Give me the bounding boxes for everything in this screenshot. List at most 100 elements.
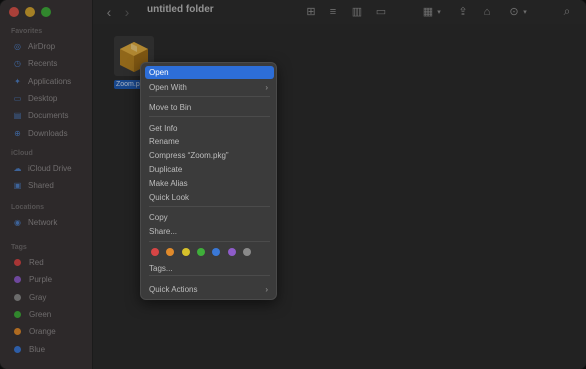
menu-item-move-to-bin[interactable]: Move to Bin [145, 101, 274, 114]
sidebar-item-label: Gray [29, 292, 47, 302]
menu-item-label: Get Info [149, 124, 178, 133]
applications-icon: ✦ [14, 76, 21, 86]
menu-item-label: Quick Look [149, 193, 190, 202]
menu-item-label: Open With [149, 83, 187, 92]
close-button[interactable] [9, 7, 19, 17]
sidebar-item-label: Applications [28, 76, 72, 86]
sidebar-section-tags: Tags Red Purple Gray Green Orange Blue [0, 242, 93, 358]
sidebar-item-label: Green [29, 310, 52, 320]
sidebar-item-label: Desktop [28, 94, 58, 104]
tag-color-button[interactable] [151, 248, 159, 256]
menu-item-copy[interactable]: Copy [145, 211, 274, 224]
menu-item-label: Open [149, 68, 169, 77]
column-view-icon[interactable]: ▥ [350, 4, 364, 19]
menu-item-open-with[interactable]: Open With › [145, 81, 274, 94]
menu-separator [149, 275, 270, 276]
chevron-down-icon[interactable]: ▾ [521, 4, 529, 19]
menu-item-compress-zoom-pkg[interactable]: Compress “Zoom.pkg” [145, 149, 274, 162]
sidebar-item-airdrop[interactable]: ◎ AirDrop [0, 38, 93, 55]
network-icon: ◉ [14, 218, 21, 228]
share-icon[interactable]: ⇪ [456, 4, 470, 19]
sidebar: Favorites ◎ AirDrop ◷ Recents ✦ Applications ▭ D… [0, 0, 93, 369]
sidebar-item-blue[interactable]: Blue [0, 340, 93, 357]
menu-item-open[interactable]: Open [145, 66, 274, 79]
action-icon[interactable]: ⊙ [507, 4, 521, 19]
clock-icon: ◷ [14, 59, 21, 69]
menu-separator [149, 241, 270, 242]
sidebar-item-icloud-drive[interactable]: ☁ iCloud Drive [0, 160, 93, 177]
sidebar-item-label: Network [28, 218, 58, 228]
menu-item-quick-actions[interactable]: Quick Actions › [145, 283, 274, 296]
menu-item-label: Rename [149, 137, 180, 146]
tag-color-dot [14, 293, 21, 301]
menu-item-label: Share... [149, 227, 178, 236]
menu-item-make-alias[interactable]: Make Alias [145, 177, 274, 190]
sidebar-item-label: Purple [29, 275, 53, 285]
finder-window: Favorites ◎ AirDrop ◷ Recents ✦ Applications ▭ D… [0, 0, 586, 369]
list-view-icon[interactable]: ≡ [326, 4, 340, 19]
download-icon: ⊕ [14, 128, 21, 138]
minimize-button[interactable] [25, 7, 35, 17]
menu-separator [149, 96, 270, 97]
tag-color-button[interactable] [242, 248, 251, 256]
icon-view-icon[interactable]: ⊞ [304, 4, 318, 19]
sidebar-heading: Locations [11, 204, 45, 211]
context-menu: Open Open With › Move to Bin Get Info Rename C… [140, 62, 277, 300]
sidebar-item-purple[interactable]: Purple [0, 271, 93, 288]
tag-color-button[interactable] [212, 248, 221, 256]
forward-button[interactable]: › [121, 4, 133, 20]
shared-folder-icon: ▣ [13, 181, 22, 191]
chevron-down-icon[interactable]: ▾ [435, 4, 443, 19]
cloud-icon: ☁ [13, 164, 22, 174]
menu-item-duplicate[interactable]: Duplicate [145, 163, 274, 176]
sidebar-item-green[interactable]: Green [0, 306, 93, 323]
window-controls [9, 7, 51, 17]
sidebar-item-network[interactable]: ◉ Network [0, 214, 93, 231]
menu-item-rename[interactable]: Rename [145, 135, 274, 148]
sidebar-item-red[interactable]: Red [0, 254, 93, 271]
menu-item-tags[interactable]: Tags... [145, 262, 274, 275]
sidebar-item-label: Blue [29, 344, 46, 354]
sidebar-item-shared[interactable]: ▣ Shared [0, 177, 93, 194]
menu-item-label: Quick Actions [149, 285, 198, 294]
tag-color-dot [14, 328, 21, 336]
sidebar-section-favorites: Favorites ◎ AirDrop ◷ Recents ✦ Applications ▭ D… [0, 26, 93, 142]
sidebar-item-applications[interactable]: ✦ Applications [0, 73, 93, 90]
sidebar-item-gray[interactable]: Gray [0, 289, 93, 306]
desktop-icon: ▭ [13, 94, 22, 104]
tag-color-dot [14, 345, 21, 353]
gallery-view-icon[interactable]: ▭ [374, 4, 388, 19]
sidebar-item-label: iCloud Drive [28, 164, 72, 174]
menu-separator [149, 206, 270, 207]
menu-item-label: Make Alias [149, 179, 188, 188]
tag-color-button[interactable] [196, 248, 205, 256]
tag-color-button[interactable] [181, 248, 190, 256]
tag-color-dot [14, 276, 21, 284]
menu-item-quick-look[interactable]: Quick Look [145, 191, 274, 204]
group-icon[interactable]: ▦ [421, 4, 435, 19]
menu-item-get-info[interactable]: Get Info [145, 122, 274, 135]
sidebar-heading: iCloud [11, 150, 33, 157]
sidebar-item-label: Red [29, 258, 44, 268]
menu-item-label: Copy [149, 213, 168, 222]
back-button[interactable]: ‹ [103, 4, 115, 20]
sidebar-item-label: Downloads [28, 128, 68, 138]
chevron-right-icon: › [265, 285, 268, 294]
tag-icon[interactable]: ⌂ [480, 4, 494, 19]
menu-item-share[interactable]: Share... [145, 225, 274, 238]
zoom-button[interactable] [41, 7, 51, 17]
sidebar-item-desktop[interactable]: ▭ Desktop [0, 90, 93, 107]
sidebar-item-downloads[interactable]: ⊕ Downloads [0, 124, 93, 141]
sidebar-item-recents[interactable]: ◷ Recents [0, 55, 93, 72]
document-icon: ▤ [13, 111, 22, 121]
tag-color-button[interactable] [227, 248, 236, 256]
window-title: untitled folder [147, 4, 214, 15]
sidebar-section-locations: Locations ◉ Network [0, 202, 93, 231]
tag-color-button[interactable] [166, 248, 175, 256]
sidebar-item-label: Documents [28, 111, 69, 121]
sidebar-item-orange[interactable]: Orange [0, 323, 93, 340]
search-icon[interactable]: ⌕ [560, 4, 574, 19]
menu-item-label: Tags... [149, 264, 173, 273]
sidebar-item-documents[interactable]: ▤ Documents [0, 107, 93, 124]
sidebar-item-label: AirDrop [28, 42, 56, 52]
